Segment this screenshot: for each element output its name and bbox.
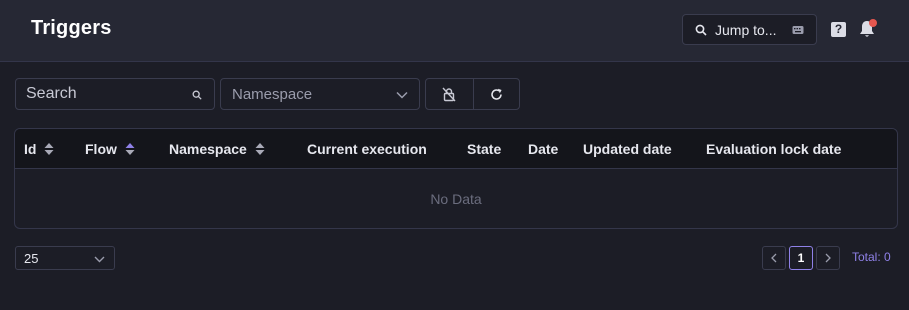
empty-state: No Data xyxy=(430,191,482,207)
column-header-state: State xyxy=(467,141,502,157)
sort-icon xyxy=(44,143,54,155)
column-header-evaluation-lock-date: Evaluation lock date xyxy=(706,141,842,157)
triggers-table: Id Flow Namespace Current execution Stat… xyxy=(14,128,898,229)
next-page-button[interactable] xyxy=(816,246,840,270)
total-count: Total: 0 xyxy=(852,250,891,264)
chevron-right-icon xyxy=(825,253,831,263)
trigger-actions-group xyxy=(425,78,520,110)
column-header-namespace[interactable]: Namespace xyxy=(169,141,265,157)
column-header-flow[interactable]: Flow xyxy=(85,141,135,157)
search-input[interactable] xyxy=(16,79,214,109)
column-header-date: Date xyxy=(528,141,559,157)
per-page-value: 25 xyxy=(24,250,39,266)
sort-icon xyxy=(255,143,265,155)
notification-dot xyxy=(869,19,877,27)
top-bar: Triggers Jump to... ? xyxy=(0,0,909,62)
namespace-select[interactable]: Namespace xyxy=(220,78,420,110)
keyboard-icon xyxy=(792,26,804,34)
page-title: Triggers xyxy=(31,17,112,39)
per-page-select[interactable]: 25 xyxy=(15,246,115,270)
previous-page-button[interactable] xyxy=(762,246,786,270)
column-header-updated-date: Updated date xyxy=(583,141,672,157)
unlock-icon xyxy=(442,87,456,101)
column-header-current-execution: Current execution xyxy=(307,141,427,157)
chevron-left-icon xyxy=(771,253,777,263)
help-icon[interactable]: ? xyxy=(831,22,846,37)
sort-icon xyxy=(125,143,135,155)
jump-to-label: Jump to... xyxy=(715,21,777,38)
jump-to-button[interactable]: Jump to... xyxy=(682,14,817,45)
search-icon xyxy=(192,90,202,100)
chevron-down-icon xyxy=(94,256,105,263)
column-header-id[interactable]: Id xyxy=(24,141,54,157)
page-button-current[interactable]: 1 xyxy=(789,246,813,270)
search-field[interactable] xyxy=(15,78,215,110)
table-header: Id Flow Namespace Current execution Stat… xyxy=(15,129,897,169)
chevron-down-icon xyxy=(396,91,408,99)
unlock-button[interactable] xyxy=(426,79,473,109)
refresh-button[interactable] xyxy=(472,79,520,109)
search-icon xyxy=(695,24,707,36)
refresh-icon xyxy=(491,88,502,100)
namespace-placeholder: Namespace xyxy=(232,85,313,103)
